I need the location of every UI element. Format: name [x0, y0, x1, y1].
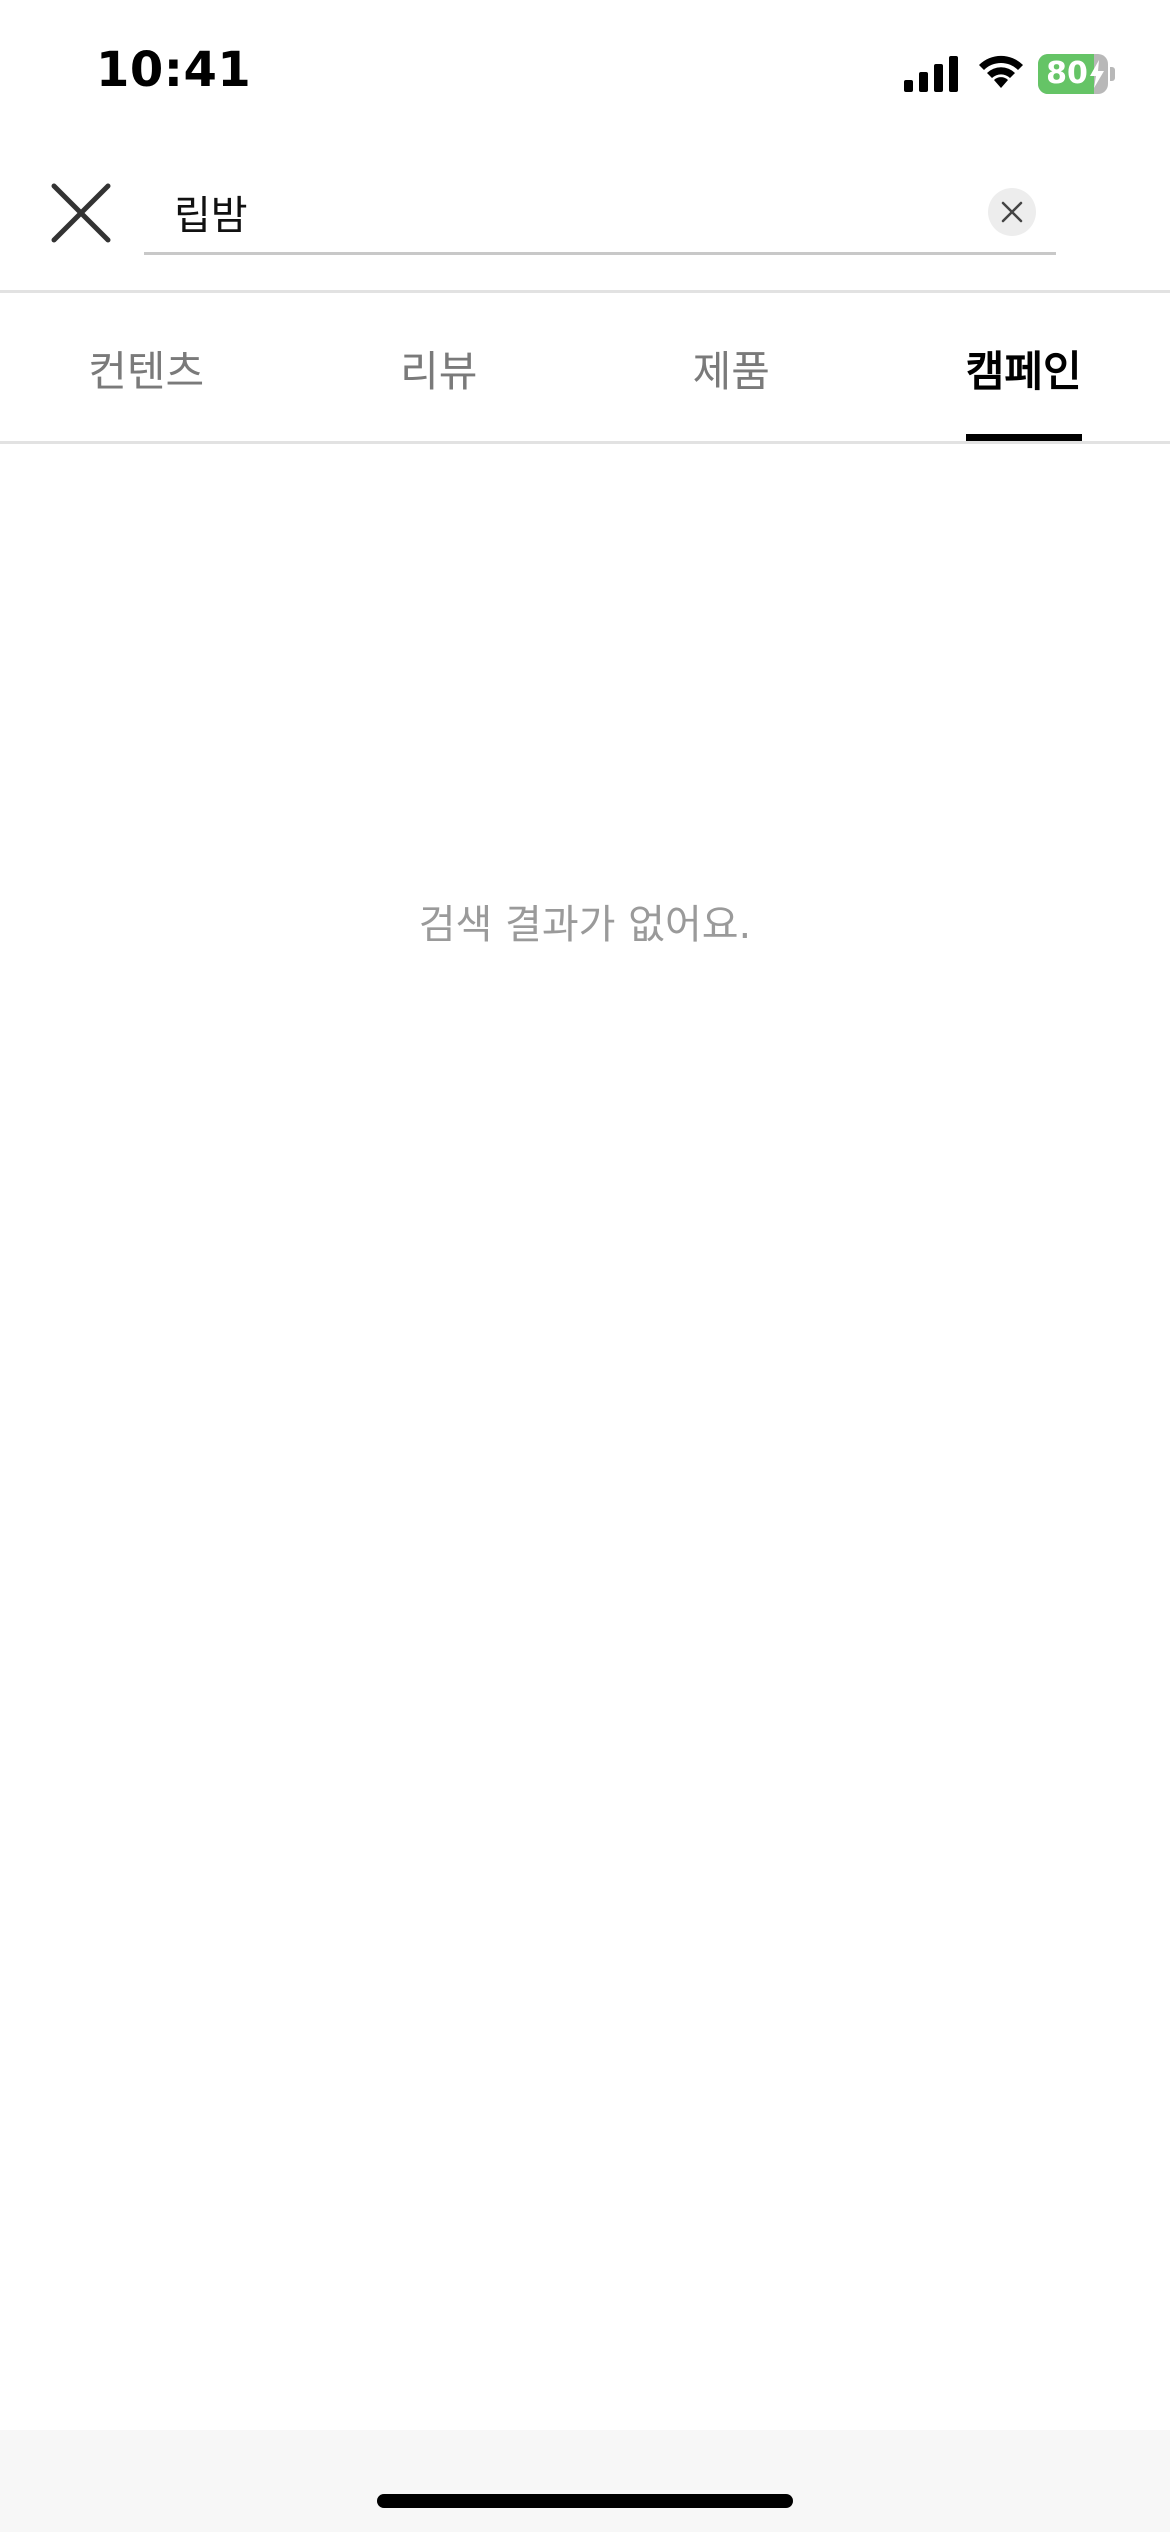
bottom-safe-area: [0, 2430, 1170, 2532]
close-button[interactable]: [48, 180, 114, 246]
clear-search-button[interactable]: [988, 188, 1036, 236]
wifi-icon: [979, 55, 1023, 88]
home-indicator[interactable]: [377, 2494, 793, 2508]
search-results-area: 검색 결과가 없어요.: [0, 444, 1170, 2430]
charging-bolt-icon: [1090, 60, 1104, 88]
tab-label: 제품: [692, 346, 770, 396]
tab-label: 컨텐츠: [88, 346, 205, 396]
tab-label: 리뷰: [400, 346, 478, 396]
battery-body: 80: [1038, 54, 1108, 94]
cellular-signal-icon: [904, 56, 958, 92]
battery-cap: [1110, 67, 1115, 81]
search-header: [0, 150, 1170, 290]
search-field: [144, 172, 1056, 255]
status-time: 10:41: [96, 42, 252, 98]
result-tabs: 컨텐츠 리뷰 제품 캠페인: [0, 293, 1170, 443]
empty-results-message: 검색 결과가 없어요.: [418, 902, 752, 948]
tab-reviews[interactable]: 리뷰: [293, 293, 586, 443]
search-results-screen: 10:41 80 립밤 컨텐츠 리뷰 제품 캠페인 검색 결과가 없어요.: [0, 0, 1170, 2532]
search-input[interactable]: [174, 172, 964, 252]
tab-contents[interactable]: 컨텐츠: [0, 293, 293, 443]
tab-products[interactable]: 제품: [585, 293, 878, 443]
clear-icon: [1001, 201, 1023, 223]
tab-campaigns[interactable]: 캠페인: [878, 293, 1170, 443]
close-icon: [51, 183, 111, 243]
battery-indicator: 80: [1038, 54, 1116, 94]
status-bar: 10:41 80: [0, 0, 1170, 150]
tab-label: 캠페인: [965, 346, 1082, 396]
